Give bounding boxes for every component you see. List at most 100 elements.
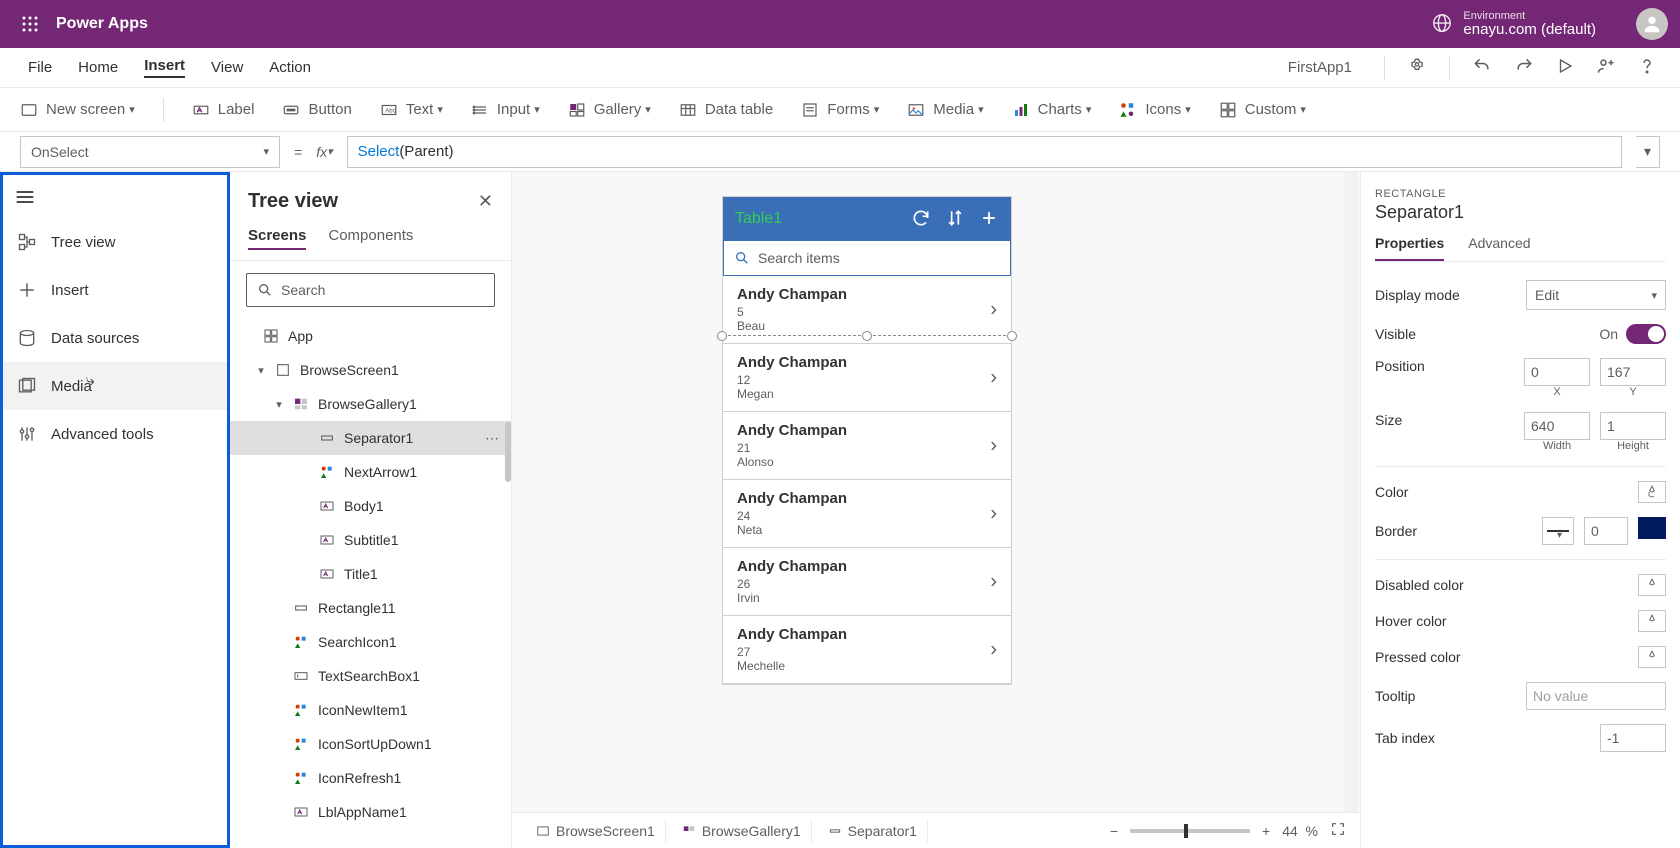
prop-border-style[interactable]: ▾ [1542, 517, 1574, 545]
add-icon[interactable] [979, 208, 999, 231]
gallery-item[interactable]: Andy Champan12Megan› [723, 344, 1011, 412]
tree-item[interactable]: App [230, 319, 511, 353]
tab-components[interactable]: Components [328, 227, 413, 250]
leftbar-tree-view[interactable]: Tree view [3, 218, 227, 266]
prop-color-swatch[interactable] [1638, 481, 1666, 503]
tree-search-input[interactable]: Search [246, 273, 495, 307]
breadcrumb-item[interactable]: BrowseGallery1 [672, 819, 812, 843]
leftbar-insert[interactable]: Insert [3, 266, 227, 314]
menu-file[interactable]: File [28, 59, 52, 76]
prop-width[interactable]: 640 [1524, 412, 1590, 440]
ribbon-label[interactable]: Label [192, 101, 255, 119]
tree-item[interactable]: SearchIcon1 [230, 625, 511, 659]
more-icon[interactable]: ⋯ [485, 430, 501, 447]
gallery-item[interactable]: Andy Champan24Neta› [723, 480, 1011, 548]
avatar[interactable] [1636, 8, 1668, 40]
share-icon[interactable] [1596, 56, 1616, 80]
breadcrumb-item[interactable]: BrowseScreen1 [526, 819, 666, 843]
zoom-in-icon[interactable]: + [1262, 823, 1270, 839]
app-name[interactable]: FirstApp1 [1288, 59, 1352, 76]
fx-icon[interactable]: fx▾ [316, 144, 332, 160]
leftbar-data-sources[interactable]: Data sources [3, 314, 227, 362]
sort-icon[interactable] [945, 208, 965, 231]
prop-disabled-color-swatch[interactable] [1638, 574, 1666, 596]
fit-to-screen-icon[interactable] [1330, 821, 1346, 840]
formula-input[interactable]: Select(Parent) [347, 136, 1622, 168]
tree-item[interactable]: IconRefresh1 [230, 761, 511, 795]
prop-tab-index[interactable]: -1 [1600, 724, 1666, 752]
ribbon-icons[interactable]: Icons▾ [1119, 101, 1190, 119]
ribbon-new-screen[interactable]: New screen▾ [20, 101, 135, 119]
tree-item[interactable]: Rectangle11 [230, 591, 511, 625]
prop-tab-properties[interactable]: Properties [1375, 235, 1444, 261]
close-icon[interactable]: ✕ [478, 191, 493, 212]
prop-border-color[interactable] [1638, 517, 1666, 539]
leftbar-advanced-tools[interactable]: Advanced tools [3, 410, 227, 458]
ribbon-custom[interactable]: Custom▾ [1219, 101, 1306, 119]
tree-item-icon [292, 803, 310, 821]
gallery-item[interactable]: Andy Champan5Beau› [723, 276, 1011, 344]
tree-item[interactable]: ▾BrowseScreen1 [230, 353, 511, 387]
tree-item[interactable]: ▾BrowseGallery1 [230, 387, 511, 421]
ribbon-button[interactable]: Button [282, 101, 351, 119]
prop-tooltip-input[interactable]: No value [1526, 682, 1666, 710]
chevron-right-icon[interactable]: › [990, 366, 997, 389]
menu-home[interactable]: Home [78, 59, 118, 76]
tree-item[interactable]: Separator1⋯ [230, 421, 511, 455]
redo-icon[interactable] [1514, 56, 1534, 80]
canvas-scrollbar[interactable] [1344, 172, 1358, 818]
gallery-item[interactable]: Andy Champan27Mechelle› [723, 616, 1011, 684]
tree-item[interactable]: NextArrow1 [230, 455, 511, 489]
zoom-slider[interactable] [1130, 829, 1250, 833]
help-icon[interactable] [1638, 56, 1656, 80]
gallery-item[interactable]: Andy Champan26Irvin› [723, 548, 1011, 616]
zoom-out-icon[interactable]: − [1110, 823, 1118, 839]
menu-insert[interactable]: Insert [144, 57, 185, 78]
prop-height[interactable]: 1 [1600, 412, 1666, 440]
tab-screens[interactable]: Screens [248, 227, 306, 250]
prop-border-width[interactable]: 0 [1584, 517, 1628, 545]
hamburger-icon[interactable] [3, 185, 227, 218]
menu-action[interactable]: Action [269, 59, 311, 76]
environment-icon[interactable] [1431, 12, 1453, 37]
ribbon-input[interactable]: Input▾ [471, 101, 540, 119]
chevron-right-icon[interactable]: › [990, 502, 997, 525]
gallery-item[interactable]: Andy Champan21Alonso› [723, 412, 1011, 480]
tree-item[interactable]: TextSearchBox1 [230, 659, 511, 693]
leftbar-media[interactable]: Media ⤷ [3, 362, 227, 410]
prop-visible-toggle[interactable] [1626, 324, 1666, 344]
prop-display-mode-select[interactable]: Edit▾ [1526, 280, 1666, 310]
tree-item[interactable]: Title1 [230, 557, 511, 591]
tree-item[interactable]: Body1 [230, 489, 511, 523]
prop-pos-y[interactable]: 167 [1600, 358, 1666, 386]
phone-search-input[interactable]: Search items [723, 240, 1011, 276]
property-selector[interactable]: OnSelect ▾ [20, 136, 280, 168]
chevron-right-icon[interactable]: › [990, 434, 997, 457]
tree-item[interactable]: IconSortUpDown1 [230, 727, 511, 761]
prop-tab-advanced[interactable]: Advanced [1468, 235, 1530, 261]
app-checker-icon[interactable] [1407, 56, 1427, 80]
tree-item[interactable]: Subtitle1 [230, 523, 511, 557]
chevron-right-icon[interactable]: › [990, 298, 997, 321]
menu-view[interactable]: View [211, 59, 243, 76]
tree-item[interactable]: IconNewItem1 [230, 693, 511, 727]
prop-pos-x[interactable]: 0 [1524, 358, 1590, 386]
play-icon[interactable] [1556, 57, 1574, 79]
ribbon-gallery[interactable]: Gallery▾ [568, 101, 651, 119]
app-launcher-icon[interactable] [12, 6, 48, 42]
tree-item[interactable]: LblAppName1 [230, 795, 511, 829]
ribbon-charts[interactable]: Charts▾ [1012, 101, 1092, 119]
chevron-right-icon[interactable]: › [990, 638, 997, 661]
prop-hover-color-swatch[interactable] [1638, 610, 1666, 632]
chevron-right-icon[interactable]: › [990, 570, 997, 593]
breadcrumb-item[interactable]: Separator1 [818, 819, 928, 843]
expand-formula-icon[interactable]: ▾ [1636, 136, 1660, 168]
ribbon-media[interactable]: Media▾ [907, 101, 983, 119]
tree-scrollbar[interactable] [505, 422, 511, 482]
ribbon-forms[interactable]: Forms▾ [801, 101, 879, 119]
ribbon-data-table[interactable]: Data table [679, 101, 773, 119]
prop-pressed-color-swatch[interactable] [1638, 646, 1666, 668]
undo-icon[interactable] [1472, 56, 1492, 80]
refresh-icon[interactable] [911, 208, 931, 231]
ribbon-text[interactable]: Abc Text▾ [380, 101, 443, 119]
